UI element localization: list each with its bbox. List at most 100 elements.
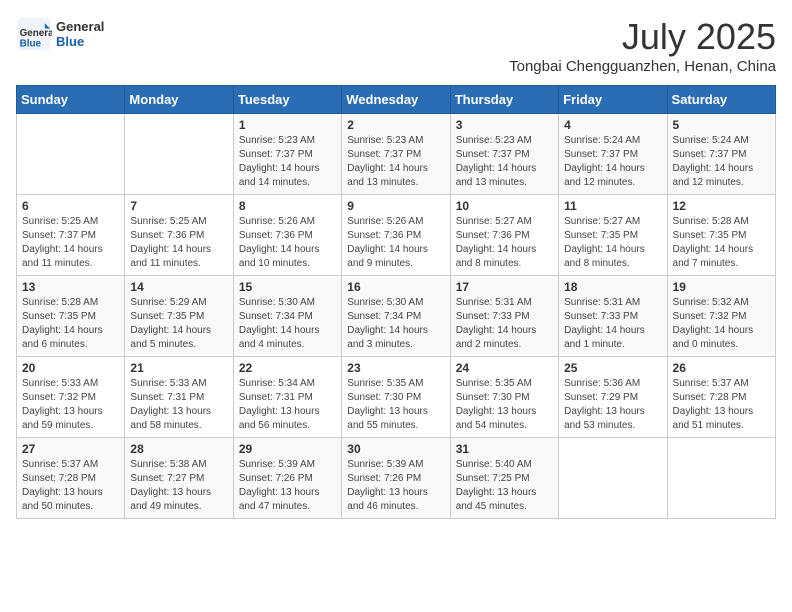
day-info: Sunrise: 5:33 AM Sunset: 7:32 PM Dayligh… [22,377,119,433]
day-info: Sunrise: 5:29 AM Sunset: 7:35 PM Dayligh… [130,296,227,352]
calendar-cell: 31 Sunrise: 5:40 AM Sunset: 7:25 PM Dayli… [450,438,558,519]
day-info: Sunrise: 5:28 AM Sunset: 7:35 PM Dayligh… [673,215,770,271]
day-number: 30 [347,442,444,456]
calendar-week-row: 1 Sunrise: 5:23 AM Sunset: 7:37 PM Daylig… [17,114,776,195]
day-info: Sunrise: 5:34 AM Sunset: 7:31 PM Dayligh… [239,377,336,433]
day-number: 4 [564,118,661,132]
calendar-cell: 18Sunrise: 5:31 AM Sunset: 7:33 PM Dayli… [559,276,667,357]
calendar-table: SundayMondayTuesdayWednesdayThursdayFrid… [16,85,776,519]
logo-general-text: General [56,19,104,34]
svg-text:General: General [20,28,52,39]
day-number: 9 [347,199,444,213]
calendar-cell: 30 Sunrise: 5:39 AM Sunset: 7:26 PM Dayli… [342,438,450,519]
day-info: Sunrise: 5:40 AM Sunset: 7:25 PM Dayligh… [456,458,553,514]
day-number: 28 [130,442,227,456]
calendar-cell [667,438,775,519]
calendar-cell: 12Sunrise: 5:28 AM Sunset: 7:35 PM Dayli… [667,195,775,276]
calendar-cell: 11 Sunrise: 5:27 AM Sunset: 7:35 PM Dayli… [559,195,667,276]
day-number: 1 [239,118,336,132]
day-number: 25 [564,361,661,375]
day-info: Sunrise: 5:25 AM Sunset: 7:37 PM Dayligh… [22,215,119,271]
day-number: 29 [239,442,336,456]
calendar-cell: 15 Sunrise: 5:30 AM Sunset: 7:34 PM Dayli… [233,276,341,357]
calendar-cell: 24 Sunrise: 5:35 AM Sunset: 7:30 PM Dayli… [450,357,558,438]
day-info: Sunrise: 5:38 AM Sunset: 7:27 PM Dayligh… [130,458,227,514]
calendar-cell: 14 Sunrise: 5:29 AM Sunset: 7:35 PM Dayli… [125,276,233,357]
day-info: Sunrise: 5:27 AM Sunset: 7:35 PM Dayligh… [564,215,661,271]
day-info: Sunrise: 5:33 AM Sunset: 7:31 PM Dayligh… [130,377,227,433]
day-number: 31 [456,442,553,456]
weekday-header-saturday: Saturday [667,86,775,114]
day-number: 14 [130,280,227,294]
day-number: 2 [347,118,444,132]
calendar-cell: 10Sunrise: 5:27 AM Sunset: 7:36 PM Dayli… [450,195,558,276]
day-number: 24 [456,361,553,375]
calendar-cell: 21 Sunrise: 5:33 AM Sunset: 7:31 PM Dayli… [125,357,233,438]
calendar-cell: 28 Sunrise: 5:38 AM Sunset: 7:27 PM Dayli… [125,438,233,519]
weekday-header-row: SundayMondayTuesdayWednesdayThursdayFrid… [17,86,776,114]
calendar-cell: 16 Sunrise: 5:30 AM Sunset: 7:34 PM Dayli… [342,276,450,357]
day-info: Sunrise: 5:25 AM Sunset: 7:36 PM Dayligh… [130,215,227,271]
day-info: Sunrise: 5:35 AM Sunset: 7:30 PM Dayligh… [456,377,553,433]
calendar-week-row: 20 Sunrise: 5:33 AM Sunset: 7:32 PM Dayli… [17,357,776,438]
weekday-header-monday: Monday [125,86,233,114]
day-info: Sunrise: 5:39 AM Sunset: 7:26 PM Dayligh… [347,458,444,514]
day-number: 8 [239,199,336,213]
day-info: Sunrise: 5:39 AM Sunset: 7:26 PM Dayligh… [239,458,336,514]
day-info: Sunrise: 5:24 AM Sunset: 7:37 PM Dayligh… [564,134,661,190]
calendar-cell: 26 Sunrise: 5:37 AM Sunset: 7:28 PM Dayli… [667,357,775,438]
calendar-week-row: 6 Sunrise: 5:25 AM Sunset: 7:37 PM Daylig… [17,195,776,276]
calendar-cell: 22 Sunrise: 5:34 AM Sunset: 7:31 PM Dayli… [233,357,341,438]
calendar-cell: 25 Sunrise: 5:36 AM Sunset: 7:29 PM Dayli… [559,357,667,438]
day-info: Sunrise: 5:26 AM Sunset: 7:36 PM Dayligh… [239,215,336,271]
day-info: Sunrise: 5:30 AM Sunset: 7:34 PM Dayligh… [239,296,336,352]
day-info: Sunrise: 5:23 AM Sunset: 7:37 PM Dayligh… [347,134,444,190]
day-info: Sunrise: 5:23 AM Sunset: 7:37 PM Dayligh… [239,134,336,190]
calendar-cell: 6 Sunrise: 5:25 AM Sunset: 7:37 PM Daylig… [17,195,125,276]
calendar-cell: 5 Sunrise: 5:24 AM Sunset: 7:37 PM Daylig… [667,114,775,195]
day-number: 19 [673,280,770,294]
day-number: 16 [347,280,444,294]
day-info: Sunrise: 5:31 AM Sunset: 7:33 PM Dayligh… [456,296,553,352]
day-number: 17 [456,280,553,294]
day-number: 15 [239,280,336,294]
calendar-cell: 8 Sunrise: 5:26 AM Sunset: 7:36 PM Daylig… [233,195,341,276]
calendar-cell [17,114,125,195]
day-number: 3 [456,118,553,132]
day-info: Sunrise: 5:23 AM Sunset: 7:37 PM Dayligh… [456,134,553,190]
calendar-cell: 3 Sunrise: 5:23 AM Sunset: 7:37 PM Daylig… [450,114,558,195]
day-info: Sunrise: 5:37 AM Sunset: 7:28 PM Dayligh… [673,377,770,433]
day-number: 20 [22,361,119,375]
svg-text:Blue: Blue [20,39,42,50]
day-number: 26 [673,361,770,375]
calendar-cell: 1 Sunrise: 5:23 AM Sunset: 7:37 PM Daylig… [233,114,341,195]
day-number: 23 [347,361,444,375]
day-info: Sunrise: 5:30 AM Sunset: 7:34 PM Dayligh… [347,296,444,352]
weekday-header-wednesday: Wednesday [342,86,450,114]
calendar-cell: 23 Sunrise: 5:35 AM Sunset: 7:30 PM Dayli… [342,357,450,438]
title-block: July 2025 Tongbai Chengguanzhen, Henan, … [509,16,776,75]
day-info: Sunrise: 5:24 AM Sunset: 7:37 PM Dayligh… [673,134,770,190]
calendar-cell [559,438,667,519]
day-number: 13 [22,280,119,294]
weekday-header-thursday: Thursday [450,86,558,114]
day-number: 22 [239,361,336,375]
day-info: Sunrise: 5:32 AM Sunset: 7:32 PM Dayligh… [673,296,770,352]
location-title: Tongbai Chengguanzhen, Henan, China [509,58,776,75]
day-number: 21 [130,361,227,375]
day-number: 6 [22,199,119,213]
page-header: General Blue General Blue July 2025 Tong… [16,16,776,75]
day-number: 11 [564,199,661,213]
day-info: Sunrise: 5:27 AM Sunset: 7:36 PM Dayligh… [456,215,553,271]
day-info: Sunrise: 5:35 AM Sunset: 7:30 PM Dayligh… [347,377,444,433]
weekday-header-friday: Friday [559,86,667,114]
month-title: July 2025 [509,16,776,58]
day-number: 7 [130,199,227,213]
day-info: Sunrise: 5:26 AM Sunset: 7:36 PM Dayligh… [347,215,444,271]
day-info: Sunrise: 5:31 AM Sunset: 7:33 PM Dayligh… [564,296,661,352]
day-info: Sunrise: 5:37 AM Sunset: 7:28 PM Dayligh… [22,458,119,514]
calendar-week-row: 13Sunrise: 5:28 AM Sunset: 7:35 PM Dayli… [17,276,776,357]
calendar-cell: 4 Sunrise: 5:24 AM Sunset: 7:37 PM Daylig… [559,114,667,195]
day-info: Sunrise: 5:36 AM Sunset: 7:29 PM Dayligh… [564,377,661,433]
day-number: 5 [673,118,770,132]
